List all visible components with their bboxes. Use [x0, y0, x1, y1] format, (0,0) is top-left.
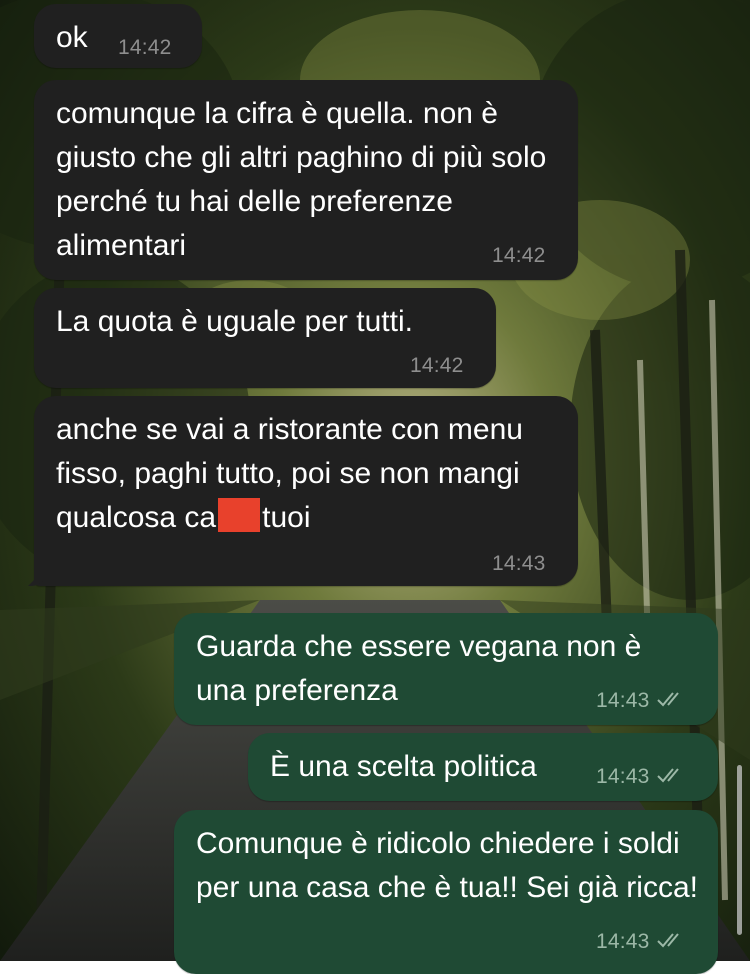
outgoing-message[interactable]: Guarda che essere vegana non è una prefe…	[174, 613, 718, 725]
redaction-mark	[218, 498, 261, 532]
message-text: La quota è uguale per tutti.	[56, 305, 413, 338]
message-time: 14:43	[596, 689, 650, 712]
message-time: 14:43	[596, 930, 650, 953]
double-check-icon	[656, 768, 679, 783]
message-timestamp: 14:43	[596, 689, 684, 713]
outgoing-message[interactable]: Comunque è ridicolo chiedere i soldi per…	[174, 810, 718, 974]
message-timestamp: 14:43	[492, 552, 546, 575]
message-timestamp: 14:43	[596, 930, 684, 954]
incoming-message[interactable]: comunque la cifra è quella. non è giusto…	[34, 80, 578, 280]
message-timestamp: 14:43	[596, 765, 684, 789]
message-timestamp: 14:42	[118, 36, 172, 59]
double-check-icon	[656, 692, 679, 707]
incoming-message[interactable]: ok 14:42	[34, 4, 202, 68]
message-timestamp: 14:42	[410, 354, 464, 377]
outgoing-message[interactable]: È una scelta politica 14:43	[248, 733, 718, 801]
incoming-message[interactable]: La quota è uguale per tutti. 14:42	[34, 288, 496, 388]
double-check-icon	[656, 933, 679, 948]
incoming-message[interactable]: anche se vai a ristorante con menu fisso…	[28, 396, 578, 586]
bubble-tail	[28, 568, 46, 586]
message-timestamp: 14:42	[492, 244, 546, 267]
message-text-after: tuoi	[262, 501, 311, 534]
message-text: comunque la cifra è quella. non è giusto…	[56, 97, 547, 262]
message-text: anche se vai a ristorante con menu fisso…	[56, 408, 536, 540]
message-time: 14:43	[596, 765, 650, 788]
message-text: Comunque è ridicolo chiedere i soldi per…	[196, 827, 698, 904]
scrollbar[interactable]	[737, 765, 742, 935]
message-list[interactable]: ok 14:42 comunque la cifra è quella. non…	[0, 0, 750, 974]
